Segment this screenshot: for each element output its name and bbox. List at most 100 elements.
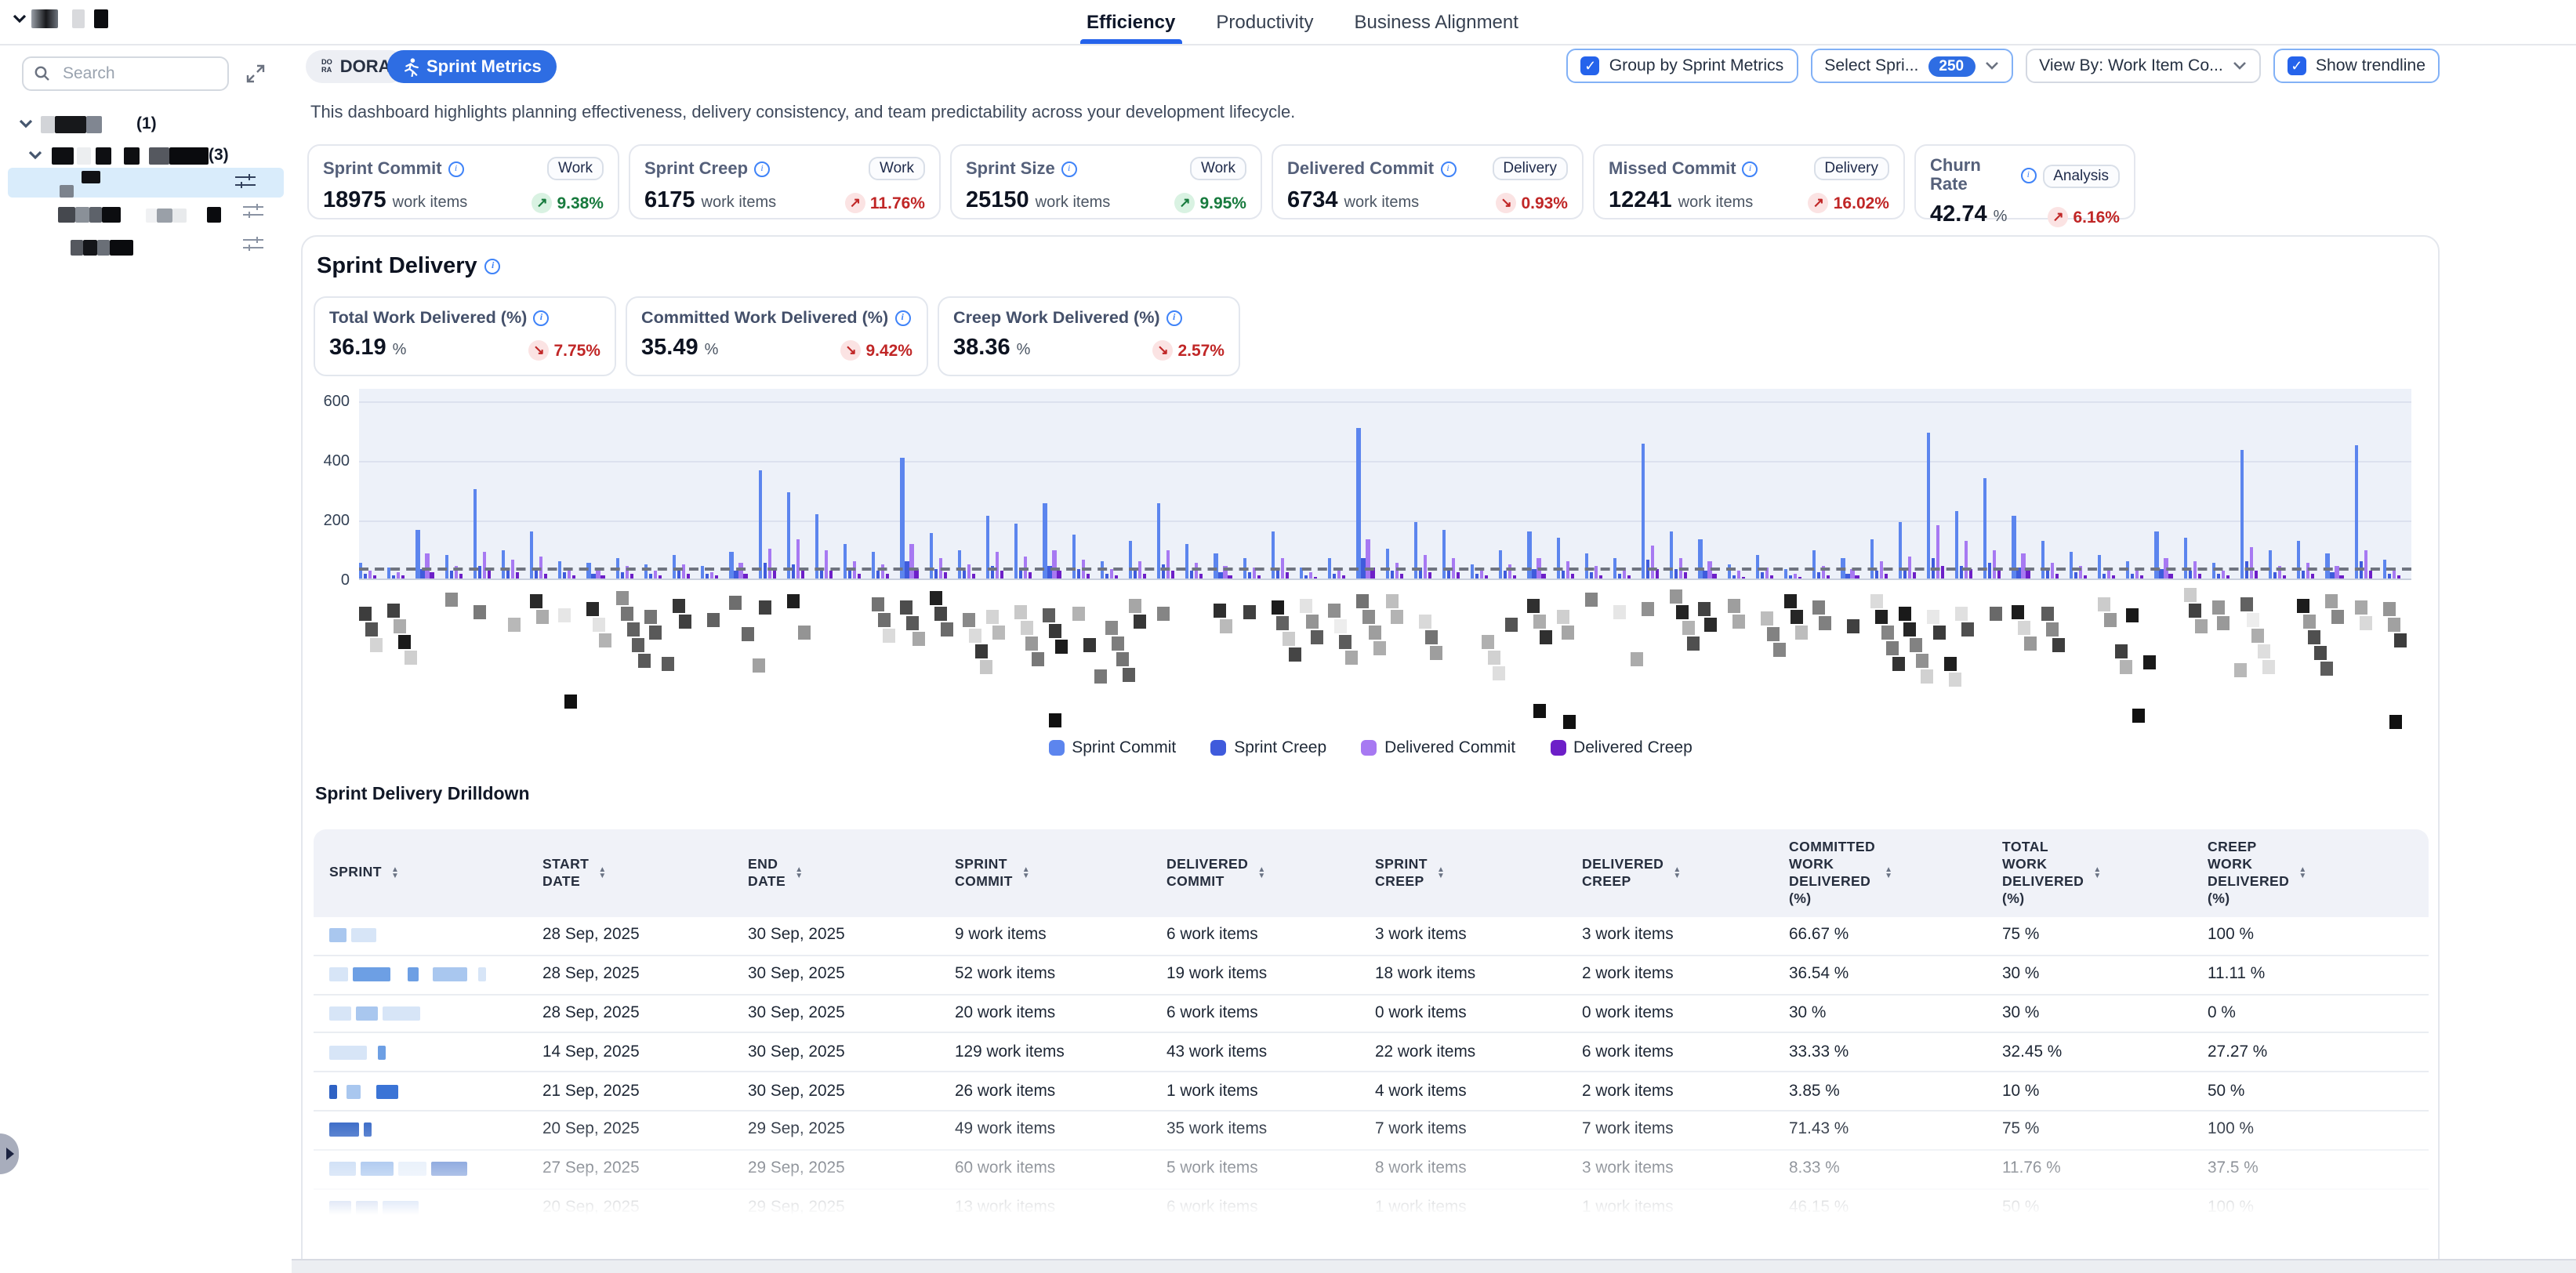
column-header-delivered-creep[interactable]: DELIVEREDCREEP▲▼ <box>1566 847 1773 900</box>
tree-item-level2[interactable]: (3) <box>28 141 229 169</box>
sort-down-icon: ▼ <box>2093 873 2101 879</box>
legend-item-delivered-creep[interactable]: Delivered Creep <box>1550 738 1693 757</box>
tab-efficiency[interactable]: Efficiency <box>1087 0 1175 44</box>
chart-bar-sprint-creep <box>1390 571 1393 578</box>
search-input[interactable] <box>60 63 207 85</box>
filter-sliders-icon[interactable] <box>243 202 263 221</box>
bottom-scroll-strip[interactable] <box>292 1259 2576 1273</box>
chart-bar-delivered-creep <box>373 575 376 578</box>
tab-business-alignment[interactable]: Business Alignment <box>1354 0 1518 44</box>
checkbox-checked-icon[interactable] <box>1581 56 1600 75</box>
chart-bar-delivered-creep <box>829 571 833 578</box>
view-by-dropdown[interactable]: View By: Work Item Co... <box>2025 49 2261 83</box>
info-icon[interactable] <box>485 259 501 274</box>
chart-bar-delivered-commit <box>1166 551 1170 578</box>
show-trendline-checkbox[interactable]: Show trendline <box>2273 49 2440 83</box>
tree-item-level1[interactable]: (1) <box>19 110 157 138</box>
redacted-text <box>398 1162 426 1176</box>
metric-card-unit: work items <box>1036 194 1111 212</box>
redacted-x-label <box>2314 646 2327 660</box>
chart-bar-sprint-commit <box>1699 539 1702 578</box>
sort-icon[interactable]: ▲▼ <box>1257 867 1265 879</box>
tab-productivity[interactable]: Productivity <box>1216 0 1313 44</box>
group-by-sprint-metrics-checkbox[interactable]: Group by Sprint Metrics <box>1567 49 1798 83</box>
column-header-sprint-commit[interactable]: SPRINTCOMMIT▲▼ <box>939 847 1151 900</box>
trend-arrow-up-icon: ↗ <box>845 193 865 213</box>
trend-arrow-down-icon: ↘ <box>1496 193 1516 213</box>
tree-item-selected[interactable] <box>8 168 284 198</box>
sort-icon[interactable]: ▲▼ <box>1022 867 1030 879</box>
redacted-x-label <box>1072 607 1084 622</box>
info-icon[interactable] <box>894 310 910 326</box>
tree-item[interactable] <box>71 234 133 262</box>
sidebar-search[interactable] <box>22 56 229 91</box>
info-icon[interactable] <box>448 161 464 176</box>
workspace-logo[interactable] <box>13 9 108 28</box>
redacted-x-label <box>1333 618 1346 633</box>
info-icon[interactable] <box>2020 168 2036 183</box>
column-header-start-date[interactable]: STARTDATE▲▼ <box>527 847 732 900</box>
table-row[interactable]: 28 Sep, 202530 Sep, 20259 work items6 wo… <box>314 917 2429 956</box>
column-header-committed-work-delivered-[interactable]: COMMITTEDWORKDELIVERED(%)▲▼ <box>1773 829 1986 917</box>
column-header-sprint[interactable]: SPRINT▲▼ <box>314 855 527 891</box>
redacted-text <box>146 208 157 222</box>
chart-bar-delivered-creep <box>2026 571 2030 578</box>
metric-card-title: Sprint Commit <box>323 159 442 178</box>
redacted-x-label <box>1117 652 1130 666</box>
expand-icon[interactable] <box>246 64 265 83</box>
sort-icon[interactable]: ▲▼ <box>1437 867 1445 879</box>
legend-item-sprint-creep[interactable]: Sprint Creep <box>1210 738 1326 757</box>
chart-bar-sprint-commit <box>1357 427 1360 578</box>
sprint-metrics-toggle-button[interactable]: Sprint Metrics <box>387 50 557 83</box>
column-header-total-work-delivered-[interactable]: TOTALWORKDELIVERED(%)▲▼ <box>1986 829 2192 917</box>
chart-bar-sprint-commit <box>2183 539 2186 578</box>
column-header-end-date[interactable]: ENDDATE▲▼ <box>732 847 939 900</box>
redacted-x-label <box>2298 599 2310 613</box>
chart-bar-sprint-creep <box>1076 570 1079 578</box>
filter-sliders-icon[interactable] <box>235 172 256 191</box>
table-row[interactable]: 28 Sep, 202530 Sep, 202520 work items6 w… <box>314 995 2429 1034</box>
select-sprints-dropdown[interactable]: Select Spri... 250 <box>1810 49 2012 83</box>
chart-bar-sprint-creep <box>1846 574 1849 578</box>
redacted-x-label <box>1790 609 1802 623</box>
info-icon[interactable] <box>754 161 770 176</box>
filter-sliders-icon[interactable] <box>243 235 263 254</box>
table-row[interactable]: 27 Sep, 202529 Sep, 202560 work items5 w… <box>314 1150 2429 1189</box>
table-row[interactable]: 14 Sep, 202530 Sep, 2025129 work items43… <box>314 1034 2429 1073</box>
table-row[interactable]: 20 Sep, 202529 Sep, 202513 work items6 w… <box>314 1189 2429 1228</box>
redacted-text <box>433 967 467 981</box>
redacted-x-label <box>2263 660 2276 674</box>
legend-item-delivered-commit[interactable]: Delivered Commit <box>1361 738 1515 757</box>
redacted-text <box>31 9 58 28</box>
redacted-text <box>102 207 121 223</box>
sort-icon[interactable]: ▲▼ <box>2298 867 2306 879</box>
info-icon[interactable] <box>1440 161 1456 176</box>
redacted-x-label <box>758 601 771 615</box>
chevron-down-icon <box>13 14 27 24</box>
sort-icon[interactable]: ▲▼ <box>598 867 606 879</box>
sort-icon[interactable]: ▲▼ <box>1885 867 1892 879</box>
sort-icon[interactable]: ▲▼ <box>391 867 399 879</box>
checkbox-checked-icon[interactable] <box>2288 56 2306 75</box>
table-cell: 29 Sep, 2025 <box>732 1199 939 1217</box>
redacted-text <box>96 147 111 164</box>
column-header-creep-work-delivered-[interactable]: CREEPWORKDELIVERED(%)▲▼ <box>2192 829 2429 917</box>
column-header-sprint-creep[interactable]: SPRINTCREEP▲▼ <box>1359 847 1566 900</box>
sort-icon[interactable]: ▲▼ <box>795 867 803 879</box>
info-icon[interactable] <box>1061 161 1077 176</box>
table-row[interactable]: 28 Sep, 202530 Sep, 202552 work items19 … <box>314 956 2429 995</box>
info-icon[interactable] <box>1166 310 1182 326</box>
info-icon[interactable] <box>533 310 549 326</box>
chart-bar-delivered-creep <box>1542 573 1545 578</box>
trend-arrow-up-icon: ↗ <box>1809 193 1829 213</box>
trend-percent: 11.76% <box>870 194 925 212</box>
sort-icon[interactable]: ▲▼ <box>1673 867 1681 879</box>
column-header-delivered-commit[interactable]: DELIVEREDCOMMIT▲▼ <box>1151 847 1359 900</box>
redacted-x-label <box>2303 615 2316 629</box>
table-row[interactable]: 20 Sep, 202529 Sep, 202549 work items35 … <box>314 1112 2429 1151</box>
table-row[interactable]: 21 Sep, 202530 Sep, 202526 work items1 w… <box>314 1072 2429 1112</box>
sort-icon[interactable]: ▲▼ <box>2093 867 2101 879</box>
legend-item-sprint-commit[interactable]: Sprint Commit <box>1048 738 1176 757</box>
tree-item[interactable] <box>58 201 221 229</box>
info-icon[interactable] <box>1743 161 1758 176</box>
